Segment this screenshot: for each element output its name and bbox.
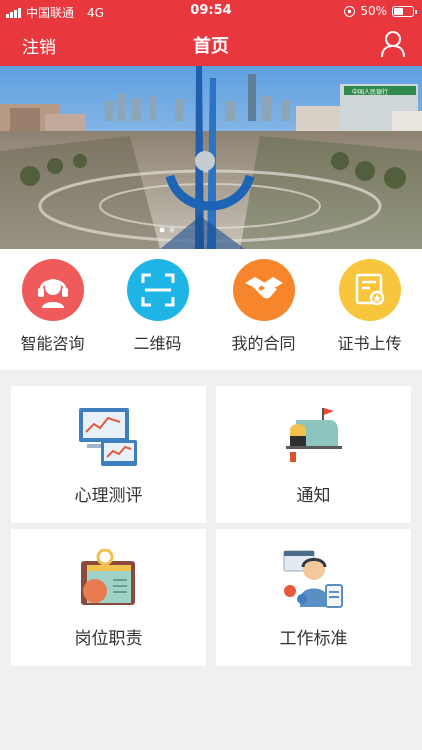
card-notice[interactable]: 通知 <box>216 386 411 523</box>
quick-action-label: 证书上传 <box>337 334 402 353</box>
battery-percent: 50% <box>360 4 387 18</box>
quick-action-qr-code[interactable]: 二维码 <box>105 259 210 354</box>
card-psych-assessment[interactable]: 心理测评 <box>11 386 206 523</box>
monitor-chart-icon <box>77 406 139 468</box>
card-label: 心理测评 <box>74 486 143 506</box>
top-bar: 中国联通 4G 09:54 50% 注销 首页 <box>0 0 422 66</box>
card-work-standards[interactable]: 工作标准 <box>216 529 411 666</box>
user-icon[interactable] <box>380 30 406 58</box>
quick-action-certificate-upload[interactable]: 证书上传 <box>317 259 422 354</box>
headset-support-icon <box>21 259 84 321</box>
quick-action-my-contract[interactable]: 我的合同 <box>211 259 316 354</box>
card-label: 通知 <box>296 486 331 506</box>
card-label: 工作标准 <box>279 629 348 649</box>
quick-action-label: 我的合同 <box>231 334 296 353</box>
building-sign: 中国人民银行 <box>352 88 388 96</box>
card-label: 岗位职责 <box>74 629 143 649</box>
card-job-duties[interactable]: 岗位职责 <box>11 529 206 666</box>
mailbox-icon <box>282 406 344 468</box>
battery-icon <box>392 5 417 17</box>
qr-scan-icon <box>126 259 189 321</box>
banner-image[interactable]: 中国人民银行 <box>0 66 422 249</box>
nav-header: 注销 首页 <box>0 22 422 66</box>
quick-action-label: 二维码 <box>133 334 182 353</box>
support-agent-icon <box>282 549 344 611</box>
quick-actions: 智能咨询 二维码 我的合同 证书上传 <box>0 249 422 370</box>
page-title: 首页 <box>193 36 229 57</box>
clipboard-badge-icon <box>77 548 139 611</box>
quick-action-smart-consult[interactable]: 智能咨询 <box>0 259 105 354</box>
quick-action-label: 智能咨询 <box>20 334 85 353</box>
handshake-icon <box>232 259 295 321</box>
status-bar: 中国联通 4G 09:54 50% <box>0 0 422 22</box>
rotation-lock-icon <box>344 5 356 17</box>
certificate-icon <box>338 259 401 321</box>
